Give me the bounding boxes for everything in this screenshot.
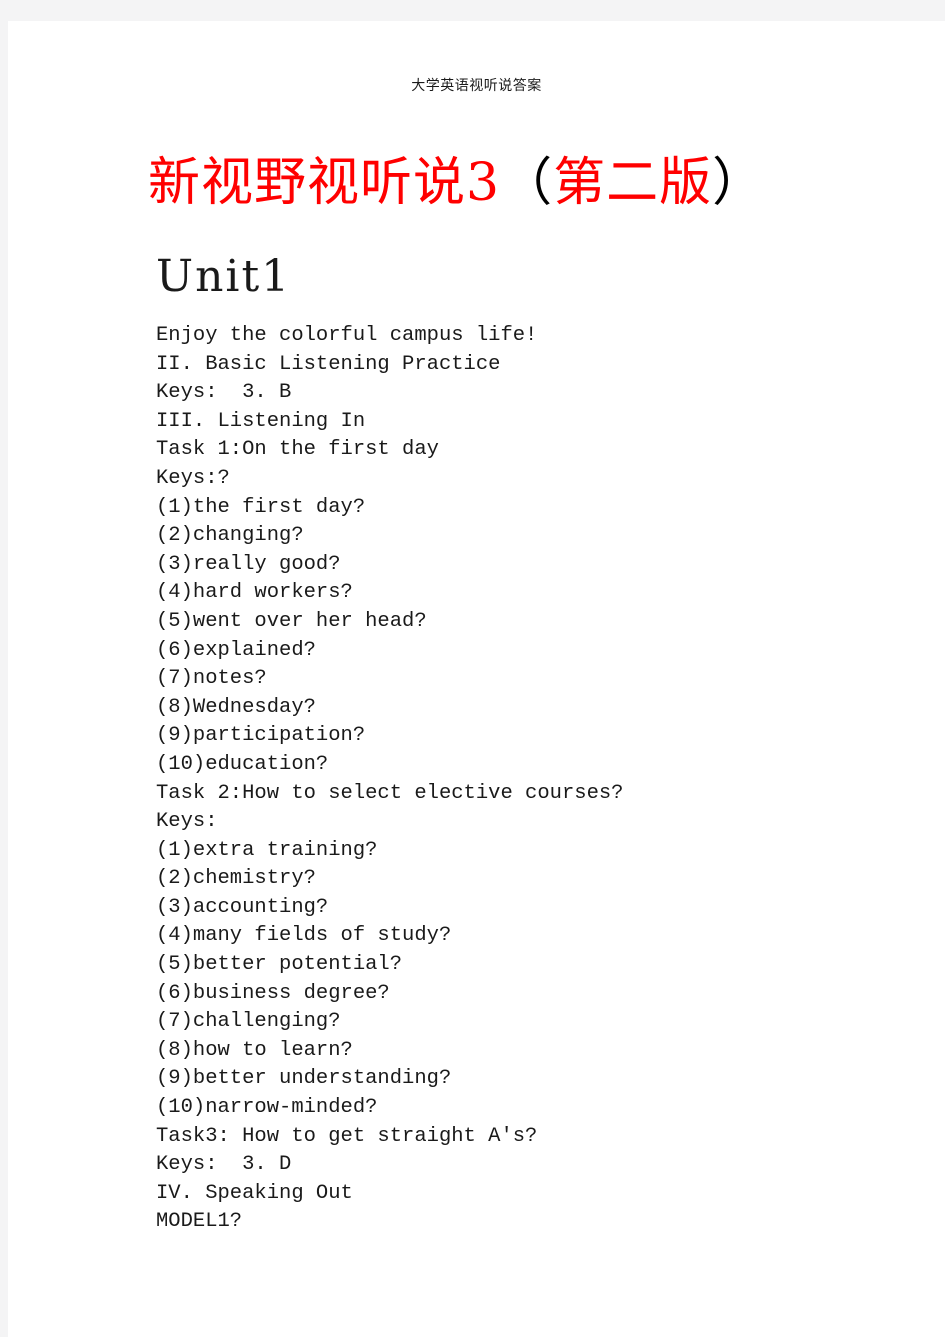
title-close-paren: ） [712, 153, 766, 213]
answer-line: (2)chemistry? [156, 867, 316, 891]
answer-line: Enjoy the colorful campus life! [156, 324, 538, 347]
answer-line: (9)participation? [156, 724, 366, 748]
answer-line: Task 1:On the first day [156, 438, 439, 462]
answer-line: II. Basic Listening Practice [156, 352, 501, 376]
answer-line: (6)explained? [156, 638, 316, 662]
answer-line: III. Listening In [156, 409, 366, 433]
answer-line: (6)business degree? [156, 981, 390, 1005]
answer-line: (3)really good? [156, 552, 341, 576]
title-edition-text: 第二版 [553, 153, 713, 213]
answer-line: (8)Wednesday? [156, 695, 316, 719]
answer-line: (5)better potential? [156, 953, 403, 977]
answer-line: Task 2:How to select elective courses? [156, 781, 624, 805]
answer-line: (7)challenging? [156, 1010, 341, 1034]
answer-line: Keys: 3. B [156, 381, 292, 405]
document-page: 大学英语视听说答案 新视野视听说3（第二版） Unit1 Enjoy the c… [8, 21, 945, 1337]
unit-heading: Unit1 [156, 251, 292, 302]
answer-line: MODEL1? [156, 1210, 243, 1234]
answer-line: (10)narrow-minded? [156, 1096, 378, 1120]
title-open-paren: （ [500, 153, 554, 213]
answer-line: (7)notes? [156, 667, 267, 691]
answer-line: (9)better understanding? [156, 1067, 452, 1091]
answer-line: (3)accounting? [156, 895, 329, 919]
answer-line: (8)how to learn? [156, 1038, 353, 1062]
answer-body: Enjoy the colorful campus life! II. Basi… [156, 322, 916, 1237]
answer-line: Keys: 3. D [156, 1153, 292, 1177]
answer-line: (5)went over her head? [156, 609, 427, 633]
answer-line: (4)many fields of study? [156, 924, 452, 948]
answer-line: Keys:? [156, 466, 230, 490]
title-main-text: 新视野视听说3 [148, 153, 501, 213]
answer-line: Task3: How to get straight A's? [156, 1124, 538, 1148]
answer-line: Keys: [156, 810, 218, 834]
running-header: 大学英语视听说答案 [411, 78, 542, 94]
answer-line: (1)extra training? [156, 838, 378, 862]
document-title: 新视野视听说3（第二版） [148, 149, 908, 217]
answer-line: (1)the first day? [156, 495, 366, 519]
answer-line: (4)hard workers? [156, 581, 353, 605]
answer-line: (10)education? [156, 752, 329, 776]
answer-line: IV. Speaking Out [156, 1181, 353, 1205]
answer-line: (2)changing? [156, 524, 304, 548]
